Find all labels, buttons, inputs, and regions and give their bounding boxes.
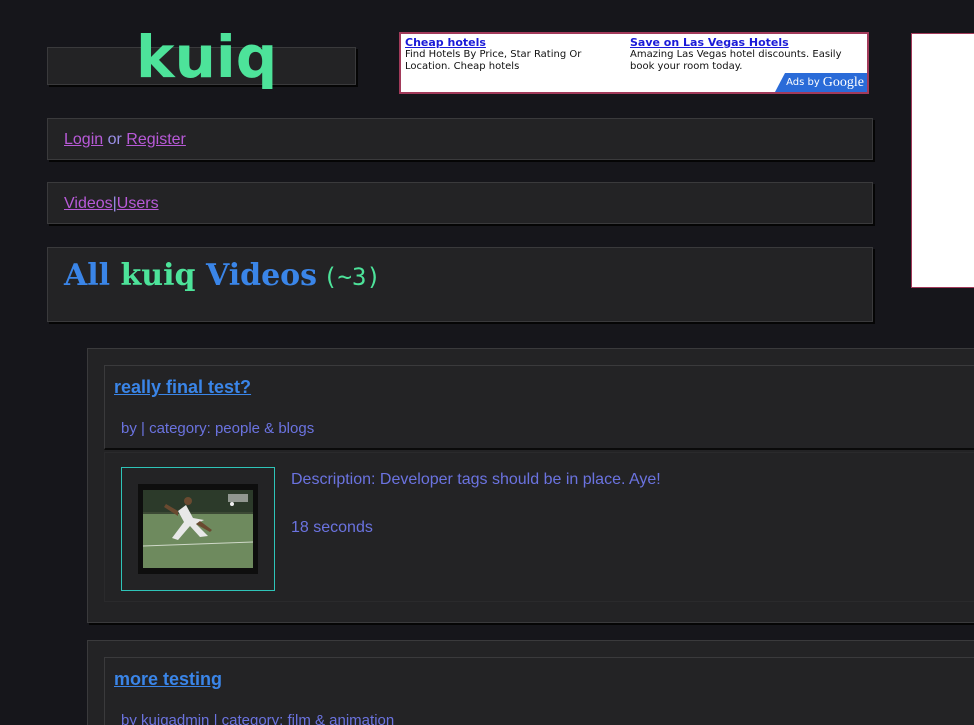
site-logo[interactable]: kuiq [136, 28, 277, 86]
auth-or: or [107, 131, 122, 148]
page-title-pre: All [64, 258, 121, 293]
video-meta-by: by [121, 420, 137, 437]
video-thumbnail-frame[interactable] [121, 467, 275, 591]
ad-item-2-desc: Amazing Las Vegas hotel discounts. Easil… [630, 49, 842, 72]
video-duration: 18 seconds [291, 519, 373, 536]
video-category-link[interactable]: people & blogs [215, 420, 314, 437]
ad-item-2-title[interactable]: Save on Las Vegas Hotels [630, 36, 845, 49]
nav-row: Videos|Users [64, 195, 159, 213]
auth-row: Login or Register [64, 131, 186, 149]
video-title-link[interactable]: more testing [114, 669, 222, 690]
auth-panel: Login or Register [47, 118, 873, 160]
video-category-link[interactable]: film & animation [288, 712, 395, 725]
page-title-panel: All kuiq Videos (~3) [47, 247, 873, 322]
login-link[interactable]: Login [64, 131, 103, 148]
video-thumbnail[interactable] [138, 484, 258, 574]
video-meta-by: by [121, 712, 137, 725]
video-header: more testing by kuiqadmin | category: fi… [104, 657, 974, 725]
ads-by-google-badge[interactable]: Ads by Google [775, 73, 867, 92]
video-count: (~3) [323, 263, 381, 291]
video-item: more testing by kuiqadmin | category: fi… [87, 640, 974, 725]
ad-item-1-desc: Find Hotels By Price, Star Rating Or Loc… [405, 49, 582, 72]
nav-users-link[interactable]: Users [117, 195, 159, 212]
video-meta: by | category: people & blogs [121, 420, 314, 437]
page-title: All kuiq Videos (~3) [64, 258, 381, 293]
video-item: really final test? by | category: people… [87, 348, 974, 623]
ad-item-1-title[interactable]: Cheap hotels [405, 36, 620, 49]
video-title-link[interactable]: really final test? [114, 377, 251, 398]
video-category-label: | category: [141, 420, 211, 437]
ad-banner: Cheap hotels Find Hotels By Price, Star … [399, 32, 869, 94]
video-author-link[interactable]: kuiqadmin [141, 712, 209, 725]
register-link[interactable]: Register [126, 131, 186, 148]
video-category-label: | category: [213, 712, 284, 725]
page-title-mid: kuiq [120, 258, 196, 293]
video-header: really final test? by | category: people… [104, 365, 974, 450]
nav-videos-link[interactable]: Videos [64, 195, 113, 212]
nav-panel: Videos|Users [47, 182, 873, 224]
video-body: Description: Developer tags should be in… [104, 452, 974, 602]
side-ad-frame [911, 33, 974, 288]
ads-brand: Google [822, 74, 864, 90]
ad-item-2: Save on Las Vegas Hotels Amazing Las Veg… [630, 36, 845, 73]
ad-item-1: Cheap hotels Find Hotels By Price, Star … [405, 36, 620, 73]
ads-by-label: Ads by [786, 77, 820, 88]
video-description: Description: Developer tags should be in… [291, 471, 661, 488]
video-meta: by kuiqadmin | category: film & animatio… [121, 712, 394, 725]
page-title-post: Videos [195, 258, 318, 293]
